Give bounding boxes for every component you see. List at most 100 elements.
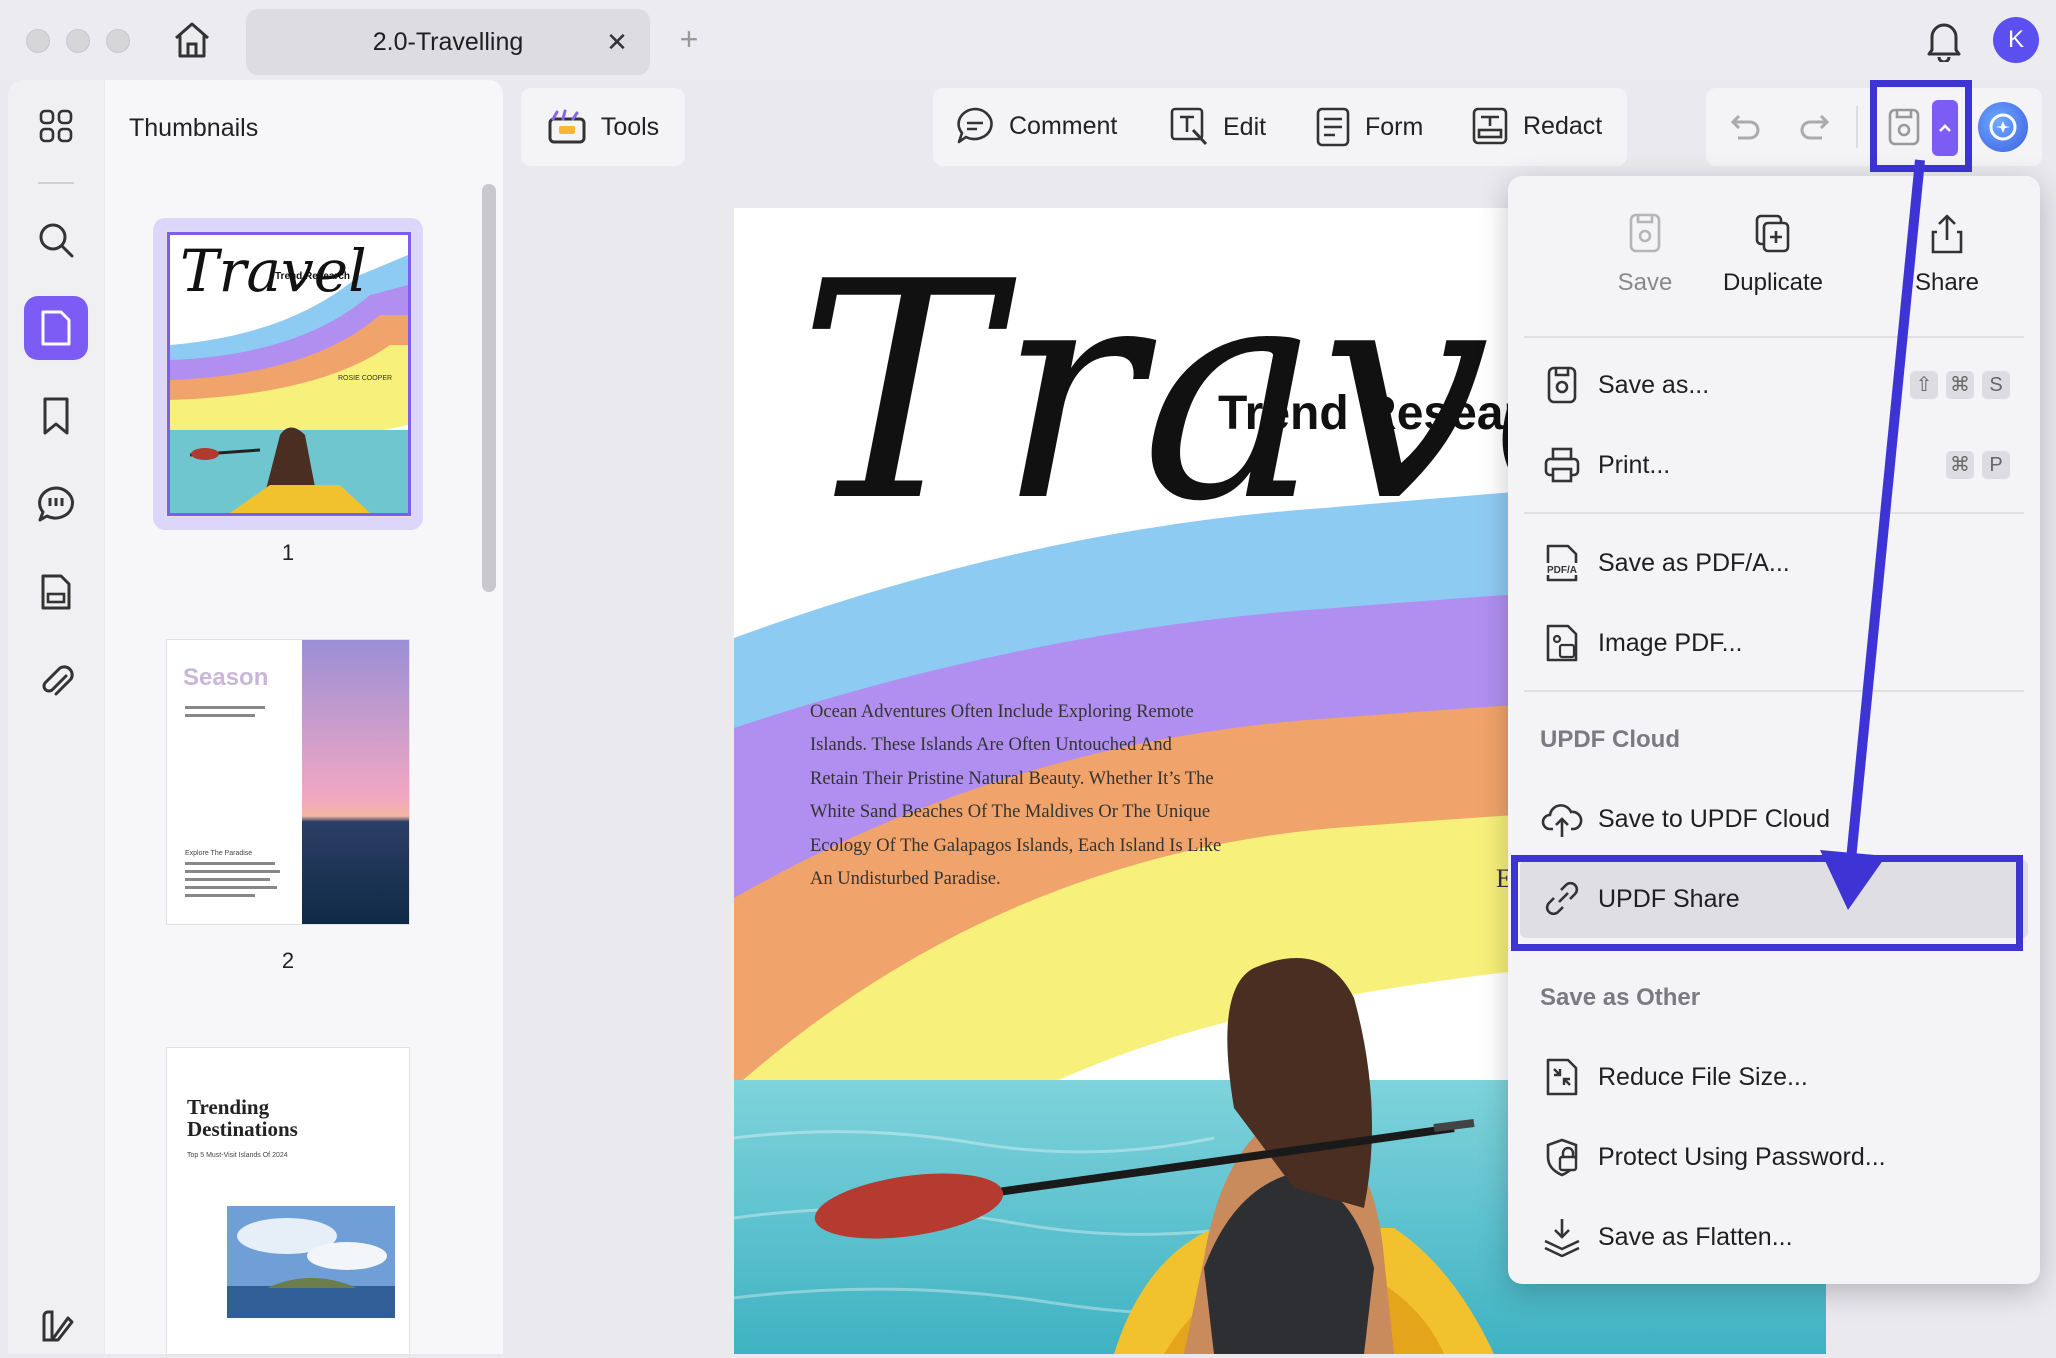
comment-button[interactable]: Comment (955, 106, 1117, 146)
window-minimize-dot[interactable] (66, 29, 90, 53)
toolbar-divider (1856, 106, 1858, 148)
cloud-section-header: UPDF Cloud (1540, 726, 1680, 753)
tools-button[interactable]: Tools (521, 88, 685, 166)
annotation-arrow (1820, 159, 1925, 910)
tab-close-icon[interactable]: ✕ (602, 27, 632, 57)
thumbnail-1-subtitle: Trend Research (275, 271, 351, 282)
thumbnail-3-subtitle: Top 5 Must-Visit Islands Of 2024 (187, 1152, 288, 1159)
menu-divider (1524, 690, 2024, 692)
thumbnail-1-number: 1 (281, 540, 295, 565)
menu-divider (1524, 336, 2024, 338)
body-line: Retain Their Pristine Natural Beauty. Wh… (810, 768, 1214, 789)
thumbnail-3-title-line1: Trending (187, 1095, 270, 1119)
page-subtitle: Trend Resear (1218, 387, 1523, 440)
new-tab-icon[interactable]: + (672, 22, 706, 56)
form-button[interactable]: Form (1315, 106, 1423, 148)
body-line: Islands. These Islands Are Often Untouch… (810, 735, 1172, 756)
body-line: White Sand Beaches Of The Maldives Or Th… (810, 802, 1211, 823)
print-label: Print... (1598, 450, 1671, 479)
bell-icon[interactable] (1924, 18, 1964, 64)
shortcut-key: ⌘ (1946, 371, 1974, 399)
reduce-file-size-item[interactable]: Reduce File Size... (1508, 1038, 2040, 1116)
thumbnail-3-title-line2: Destinations (187, 1117, 298, 1141)
redact-icon (1472, 107, 1508, 145)
sidebar-toggle-icon[interactable] (24, 1294, 88, 1358)
page-thumbnail-2[interactable]: Season Explore The Paradise (167, 640, 409, 924)
bookmark-icon[interactable] (24, 384, 88, 448)
avatar[interactable]: K (1993, 17, 2039, 63)
form-icon (1316, 107, 1350, 147)
save-to-cloud-label: Save to UPDF Cloud (1598, 804, 1831, 833)
save-pdfa-label: Save as PDF/A... (1598, 548, 1790, 577)
protect-password-item[interactable]: Protect Using Password... (1508, 1118, 2040, 1196)
ai-assistant-icon[interactable] (1978, 102, 2028, 152)
page-thumbnail-3[interactable]: Trending Destinations Top 5 Must-Visit I… (167, 1048, 409, 1354)
comment-icon (957, 107, 993, 144)
thumbnails-scrollbar[interactable] (482, 184, 496, 592)
edit-button[interactable]: Edit (1169, 106, 1266, 148)
page-thumbnail-1[interactable]: Travel Trend Research ROSIE COOPER (167, 232, 411, 516)
other-section-header: Save as Other (1540, 984, 1701, 1011)
protect-password-label: Protect Using Password... (1598, 1142, 1886, 1171)
shortcut-key: ⌘ (1946, 451, 1974, 479)
save-pdfa-item[interactable]: PDF/A Save as PDF/A... (1508, 524, 2040, 602)
thumbnail-3-photo (227, 1206, 395, 1318)
tools-label: Tools (600, 112, 660, 141)
thumbnail-3-title: Trending Destinations (187, 1096, 298, 1140)
shortcut-key: S (1982, 371, 2010, 399)
image-pdf-icon (1538, 619, 1586, 667)
main-toolbar: Comment Edit Form Redact (933, 88, 1627, 166)
redo-icon[interactable] (1796, 108, 1836, 148)
search-icon[interactable] (24, 208, 88, 272)
thumbnail-2-title: Season (183, 664, 269, 691)
menu-divider (1524, 512, 2024, 514)
toolbox-icon (548, 109, 586, 144)
save-to-cloud-item[interactable]: Save to UPDF Cloud (1508, 780, 2040, 858)
save-flatten-item[interactable]: Save as Flatten... (1508, 1198, 2040, 1276)
save-as-label: Save as... (1598, 370, 1710, 399)
left-icon-rail (8, 80, 104, 1354)
reduce-file-size-label: Reduce File Size... (1598, 1062, 1808, 1091)
tab-title: 2.0-Travelling (372, 28, 524, 56)
print-item[interactable]: Print... ⌘ P (1508, 426, 2040, 504)
thumbnails-title: Thumbnails (129, 114, 259, 142)
printer-icon (1538, 441, 1586, 489)
window-close-dot[interactable] (26, 29, 50, 53)
body-line: Ocean Adventures Often Include Exploring… (810, 702, 1194, 722)
save-as-item[interactable]: Save as... ⇧ ⌘ S (1508, 346, 2040, 424)
document-tab[interactable]: 2.0-Travelling ✕ (246, 9, 650, 75)
home-icon[interactable] (170, 20, 214, 60)
save-options-menu: Save Duplicate Share Save as... ⇧ ⌘ S Pr… (1508, 176, 2040, 1284)
body-line: Ecology Of The Galapagos Islands, Each I… (810, 835, 1222, 856)
pdfa-icon: PDF/A (1538, 539, 1586, 587)
comments-icon[interactable] (24, 472, 88, 536)
thumbnails-view-icon[interactable] (24, 296, 88, 360)
body-line: An Undisturbed Paradise. (810, 869, 1001, 890)
duplicate-icon (1755, 214, 1790, 253)
updf-share-highlight (1511, 855, 2023, 951)
window-zoom-dot[interactable] (106, 29, 130, 53)
image-pdf-label: Image PDF... (1598, 628, 1743, 657)
comment-label: Comment (1009, 111, 1118, 140)
save-as-icon (1538, 361, 1586, 409)
image-pdf-item[interactable]: Image PDF... (1508, 604, 2040, 682)
save-icon (1629, 213, 1661, 253)
thumbnail-2-number: 2 (281, 948, 295, 973)
thumbnail-2-heading: Explore The Paradise (185, 850, 253, 857)
layers-flatten-icon (1538, 1213, 1586, 1261)
undo-icon[interactable] (1724, 108, 1764, 148)
attachment-icon[interactable] (24, 648, 88, 712)
title-bar: 2.0-Travelling ✕ + K (0, 0, 2056, 80)
edit-icon (1170, 107, 1208, 146)
form-label: Form (1365, 112, 1424, 141)
thumbnails-panel: Thumbnails Travel Trend Research ROSIE C… (105, 80, 503, 1354)
page-organize-icon[interactable] (24, 560, 88, 624)
svg-text:PDF/A: PDF/A (1547, 565, 1577, 576)
shield-lock-icon (1538, 1133, 1586, 1181)
redact-button[interactable]: Redact (1471, 106, 1602, 146)
thumbnail-1-author: ROSIE COOPER (338, 375, 393, 382)
page-body-text: Ocean Adventures Often Include Exploring… (810, 696, 1250, 896)
shortcut-key: P (1982, 451, 2010, 479)
apps-grid-icon[interactable] (24, 94, 88, 158)
compress-icon (1538, 1053, 1586, 1101)
